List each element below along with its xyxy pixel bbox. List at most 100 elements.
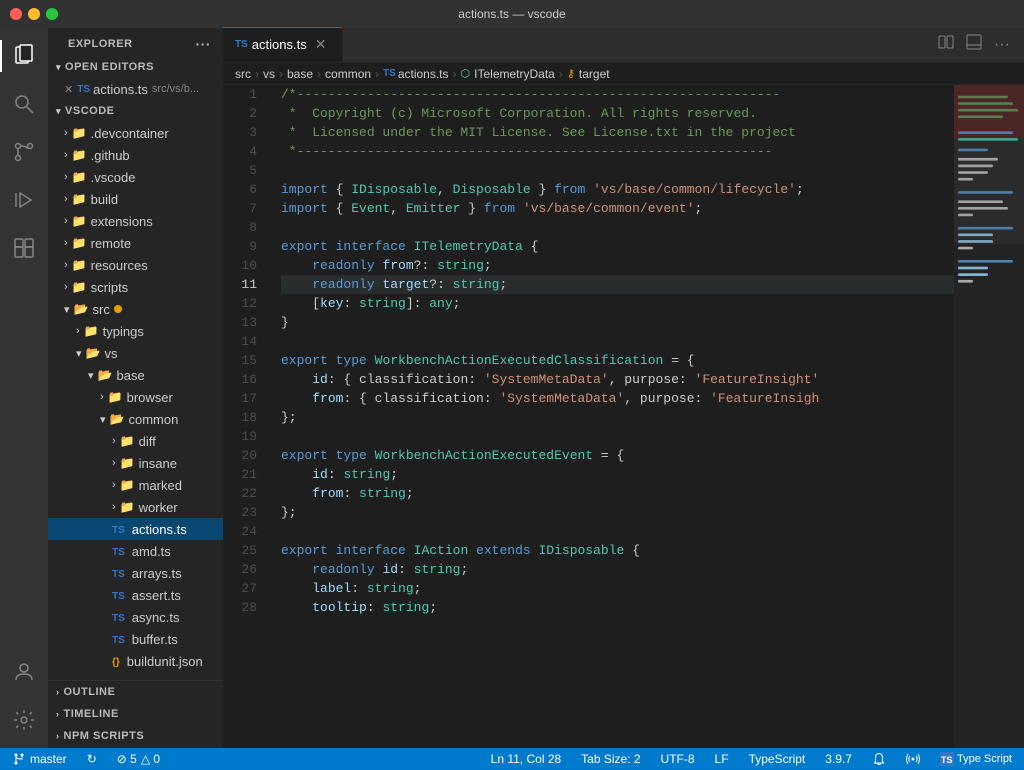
line-col-item[interactable]: Ln 11, Col 28 [487,752,566,766]
toggle-panel-icon[interactable] [964,32,984,57]
tree-vscode-folder[interactable]: › 📁 .vscode [48,166,223,188]
encoding-item[interactable]: UTF-8 [657,752,699,766]
version-item[interactable]: 3.9.7 [821,752,856,766]
code-token: 'vs/base/common/lifecycle' [593,180,796,199]
broadcast-item[interactable] [902,752,924,766]
folder-caret: › [112,479,116,491]
tree-build[interactable]: › 📁 build [48,188,223,210]
tree-github[interactable]: › 📁 .github [48,144,223,166]
tree-buildunit-json[interactable]: {} buildunit.json [48,650,223,672]
close-file-icon[interactable]: ✕ [64,83,73,96]
outline-section[interactable]: › OUTLINE [48,681,223,703]
bc-common[interactable]: common [325,67,371,81]
tree-devcontainer[interactable]: › 📁 .devcontainer [48,122,223,144]
activity-icon-account[interactable] [0,648,48,696]
tree-assert-ts[interactable]: TS assert.ts [48,584,223,606]
line-num-12: 12 [223,294,265,313]
sync-item[interactable]: ↻ [83,752,101,766]
tab-actions-ts[interactable]: TS actions.ts ✕ [223,27,343,62]
errors-item[interactable]: ⊘ 5 △ 0 [113,752,164,766]
tree-actions-ts[interactable]: TS actions.ts [48,518,223,540]
activity-icon-extensions[interactable] [0,224,48,272]
tree-amd-ts[interactable]: TS amd.ts [48,540,223,562]
bc-itelemetry[interactable]: ITelemetryData [474,67,555,81]
npm-caret: › [56,731,60,741]
tree-browser[interactable]: › 📁 browser [48,386,223,408]
code-content[interactable]: /*--------------------------------------… [273,85,954,748]
folder-name: .devcontainer [91,126,169,141]
tree-buffer-ts[interactable]: TS buffer.ts [48,628,223,650]
code-token [375,560,383,579]
timeline-section[interactable]: › TIMELINE [48,703,223,725]
bc-vs[interactable]: vs [263,67,275,81]
more-actions-icon[interactable]: ··· [992,34,1012,56]
minimize-button[interactable] [28,8,40,20]
tree-async-ts[interactable]: TS async.ts [48,606,223,628]
code-token [328,446,336,465]
folder-caret: › [112,457,116,469]
bell-item[interactable] [868,752,890,766]
tree-scripts[interactable]: › 📁 scripts [48,276,223,298]
code-token: id [382,560,398,579]
maximize-button[interactable] [46,8,58,20]
tree-typings[interactable]: › 📁 typings [48,320,223,342]
line-num-16: 16 [223,370,265,389]
tree-insane[interactable]: › 📁 insane [48,452,223,474]
bc-src[interactable]: src [235,67,251,81]
svg-text:TS: TS [941,755,953,765]
activity-icon-run[interactable] [0,176,48,224]
open-file-actions-ts[interactable]: ✕ TS actions.ts src/vs/b... [48,78,223,100]
bc-base[interactable]: base [287,67,313,81]
code-line-14 [281,332,954,351]
file-path: src/vs/b... [152,83,199,95]
tree-diff[interactable]: › 📁 diff [48,430,223,452]
activity-icon-settings[interactable] [0,696,48,744]
tab-size-item[interactable]: Tab Size: 2 [577,752,644,766]
code-token [281,579,312,598]
folder-name: base [116,368,144,383]
activity-icon-explorer[interactable] [0,32,48,80]
tree-src[interactable]: ▾ 📂 src [48,298,223,320]
tree-worker[interactable]: › 📁 worker [48,496,223,518]
code-token: export [281,351,328,370]
code-token: WorkbenchActionExecutedClassification [375,351,664,370]
bc-actions-ts[interactable]: actions.ts [398,67,449,81]
minimap[interactable] [954,85,1024,748]
typescript-item[interactable]: TS Type Script [936,752,1016,766]
folder-name: typings [103,324,144,339]
tab-close-icon[interactable]: ✕ [315,36,327,53]
activity-icon-source-control[interactable] [0,128,48,176]
tree-common[interactable]: ▾ 📂 common [48,408,223,430]
activity-icon-search[interactable] [0,80,48,128]
explorer-menu-icon[interactable]: ··· [196,36,212,52]
code-token: from [312,484,343,503]
code-token [585,180,593,199]
tree-remote[interactable]: › 📁 remote [48,232,223,254]
traffic-lights [10,8,58,20]
vscode-section[interactable]: ▾ VSCODE [48,100,223,122]
tree-resources[interactable]: › 📁 resources [48,254,223,276]
open-editors-section[interactable]: ▾ OPEN EDITORS [48,56,223,78]
split-editor-icon[interactable] [936,32,956,57]
tree-base[interactable]: ▾ 📂 base [48,364,223,386]
code-token: ; [453,294,461,313]
code-token: : [328,465,344,484]
bc-target[interactable]: target [579,67,610,81]
ts-file-badge: TS [112,522,128,536]
ts-file-badge: TS [112,544,128,558]
tree-marked[interactable]: › 📁 marked [48,474,223,496]
code-line-2: * Copyright (c) Microsoft Corporation. A… [281,104,954,123]
vscode-caret: ▾ [56,106,61,117]
close-button[interactable] [10,8,22,20]
tree-arrays-ts[interactable]: TS arrays.ts [48,562,223,584]
code-token: export [281,541,328,560]
tree-extensions[interactable]: › 📁 extensions [48,210,223,232]
tree-vs[interactable]: ▾ 📂 vs [48,342,223,364]
line-ending-item[interactable]: LF [711,752,733,766]
sidebar-header: EXPLORER ··· [48,28,223,56]
git-branch-item[interactable]: master [8,752,71,766]
npm-scripts-section[interactable]: › NPM SCRIPTS [48,725,223,747]
code-token [406,237,414,256]
language-item[interactable]: TypeScript [745,752,810,766]
code-token: WorkbenchActionExecutedEvent [375,446,593,465]
